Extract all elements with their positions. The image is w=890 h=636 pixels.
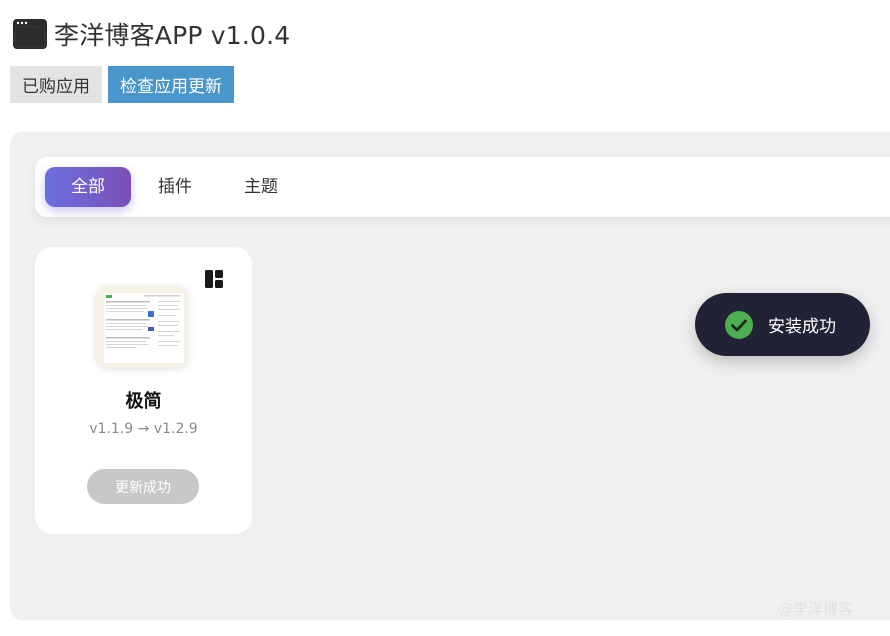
tab-all[interactable]: 全部 bbox=[45, 167, 131, 207]
tab-plugins[interactable]: 插件 bbox=[147, 167, 203, 207]
app-version: v1.1.9 → v1.2.9 bbox=[89, 421, 198, 437]
check-update-button[interactable]: 检查应用更新 bbox=[108, 66, 234, 103]
layout-grid-icon bbox=[205, 270, 223, 288]
app-card: 极简 v1.1.9 → v1.2.9 更新成功 bbox=[35, 247, 252, 534]
app-name: 极简 bbox=[125, 391, 162, 412]
update-status-button[interactable]: 更新成功 bbox=[87, 469, 199, 504]
check-circle-icon bbox=[725, 310, 753, 339]
app-header: 李洋博客APP v1.0.4 bbox=[12, 16, 290, 52]
tab-themes[interactable]: 主题 bbox=[233, 167, 289, 207]
app-panel: 全部 插件 主题 极简 v1.1.9 → v1.2.9 更新成功 bbox=[10, 132, 890, 620]
toast-message: 安装成功 bbox=[768, 317, 836, 337]
app-thumbnail bbox=[96, 285, 188, 367]
success-toast: 安装成功 bbox=[695, 293, 870, 356]
page-title: 李洋博客APP v1.0.4 bbox=[54, 21, 291, 50]
purchased-apps-button[interactable]: 已购应用 bbox=[10, 66, 102, 103]
action-bar: 已购应用 检查应用更新 bbox=[10, 66, 234, 103]
browser-window-icon bbox=[13, 19, 47, 49]
filter-tabs: 全部 插件 主题 bbox=[35, 157, 890, 217]
watermark: @李洋博客 bbox=[778, 600, 854, 618]
